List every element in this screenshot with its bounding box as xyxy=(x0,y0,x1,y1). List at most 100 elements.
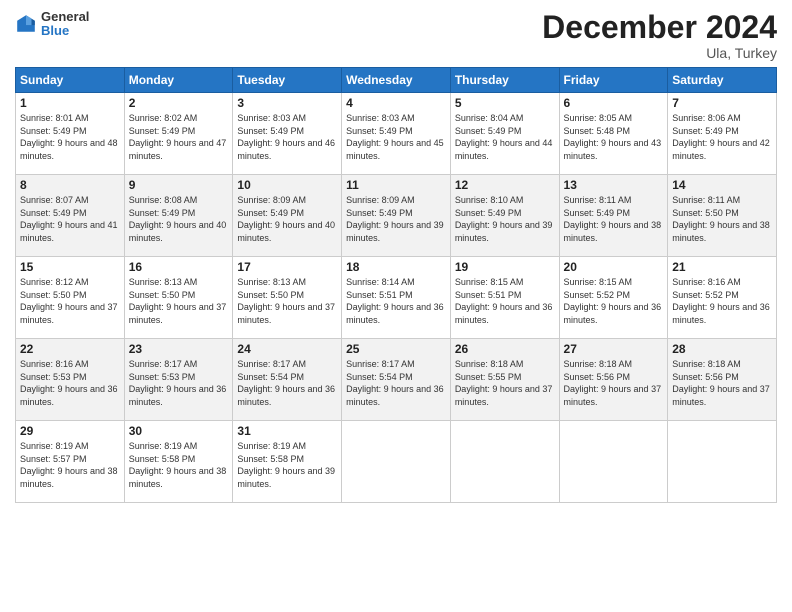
table-row xyxy=(450,421,559,503)
calendar-week-row: 22 Sunrise: 8:16 AMSunset: 5:53 PMDaylig… xyxy=(16,339,777,421)
day-info: Sunrise: 8:06 AMSunset: 5:49 PMDaylight:… xyxy=(672,113,770,161)
day-number: 31 xyxy=(237,424,337,438)
day-info: Sunrise: 8:16 AMSunset: 5:53 PMDaylight:… xyxy=(20,359,118,407)
day-number: 3 xyxy=(237,96,337,110)
day-info: Sunrise: 8:19 AMSunset: 5:58 PMDaylight:… xyxy=(129,441,227,489)
logo-general-text: General xyxy=(41,10,89,24)
table-row: 8 Sunrise: 8:07 AMSunset: 5:49 PMDayligh… xyxy=(16,175,125,257)
day-info: Sunrise: 8:12 AMSunset: 5:50 PMDaylight:… xyxy=(20,277,118,325)
day-number: 8 xyxy=(20,178,120,192)
table-row: 24 Sunrise: 8:17 AMSunset: 5:54 PMDaylig… xyxy=(233,339,342,421)
table-row: 30 Sunrise: 8:19 AMSunset: 5:58 PMDaylig… xyxy=(124,421,233,503)
day-number: 10 xyxy=(237,178,337,192)
day-info: Sunrise: 8:13 AMSunset: 5:50 PMDaylight:… xyxy=(237,277,335,325)
day-info: Sunrise: 8:14 AMSunset: 5:51 PMDaylight:… xyxy=(346,277,444,325)
col-monday: Monday xyxy=(124,68,233,93)
day-info: Sunrise: 8:18 AMSunset: 5:56 PMDaylight:… xyxy=(672,359,770,407)
day-number: 19 xyxy=(455,260,555,274)
day-number: 6 xyxy=(564,96,664,110)
day-info: Sunrise: 8:09 AMSunset: 5:49 PMDaylight:… xyxy=(346,195,444,243)
calendar-week-row: 15 Sunrise: 8:12 AMSunset: 5:50 PMDaylig… xyxy=(16,257,777,339)
day-number: 7 xyxy=(672,96,772,110)
day-info: Sunrise: 8:15 AMSunset: 5:52 PMDaylight:… xyxy=(564,277,662,325)
day-info: Sunrise: 8:18 AMSunset: 5:55 PMDaylight:… xyxy=(455,359,553,407)
table-row: 9 Sunrise: 8:08 AMSunset: 5:49 PMDayligh… xyxy=(124,175,233,257)
day-number: 16 xyxy=(129,260,229,274)
col-friday: Friday xyxy=(559,68,668,93)
table-row: 22 Sunrise: 8:16 AMSunset: 5:53 PMDaylig… xyxy=(16,339,125,421)
day-number: 1 xyxy=(20,96,120,110)
day-number: 15 xyxy=(20,260,120,274)
title-block: December 2024 Ula, Turkey xyxy=(542,10,777,61)
table-row: 23 Sunrise: 8:17 AMSunset: 5:53 PMDaylig… xyxy=(124,339,233,421)
calendar-week-row: 8 Sunrise: 8:07 AMSunset: 5:49 PMDayligh… xyxy=(16,175,777,257)
day-info: Sunrise: 8:18 AMSunset: 5:56 PMDaylight:… xyxy=(564,359,662,407)
calendar-table: Sunday Monday Tuesday Wednesday Thursday… xyxy=(15,67,777,503)
table-row: 14 Sunrise: 8:11 AMSunset: 5:50 PMDaylig… xyxy=(668,175,777,257)
col-saturday: Saturday xyxy=(668,68,777,93)
day-info: Sunrise: 8:07 AMSunset: 5:49 PMDaylight:… xyxy=(20,195,118,243)
day-info: Sunrise: 8:04 AMSunset: 5:49 PMDaylight:… xyxy=(455,113,553,161)
day-info: Sunrise: 8:10 AMSunset: 5:49 PMDaylight:… xyxy=(455,195,553,243)
day-number: 17 xyxy=(237,260,337,274)
day-info: Sunrise: 8:19 AMSunset: 5:57 PMDaylight:… xyxy=(20,441,118,489)
day-number: 11 xyxy=(346,178,446,192)
table-row: 28 Sunrise: 8:18 AMSunset: 5:56 PMDaylig… xyxy=(668,339,777,421)
day-number: 27 xyxy=(564,342,664,356)
table-row: 26 Sunrise: 8:18 AMSunset: 5:55 PMDaylig… xyxy=(450,339,559,421)
table-row: 25 Sunrise: 8:17 AMSunset: 5:54 PMDaylig… xyxy=(342,339,451,421)
table-row: 11 Sunrise: 8:09 AMSunset: 5:49 PMDaylig… xyxy=(342,175,451,257)
header: General Blue December 2024 Ula, Turkey xyxy=(15,10,777,61)
day-number: 28 xyxy=(672,342,772,356)
day-number: 5 xyxy=(455,96,555,110)
table-row: 1 Sunrise: 8:01 AMSunset: 5:49 PMDayligh… xyxy=(16,93,125,175)
day-number: 12 xyxy=(455,178,555,192)
table-row: 31 Sunrise: 8:19 AMSunset: 5:58 PMDaylig… xyxy=(233,421,342,503)
day-number: 24 xyxy=(237,342,337,356)
table-row xyxy=(559,421,668,503)
logo-icon xyxy=(15,13,37,35)
month-title: December 2024 xyxy=(542,10,777,45)
day-info: Sunrise: 8:17 AMSunset: 5:53 PMDaylight:… xyxy=(129,359,227,407)
day-info: Sunrise: 8:05 AMSunset: 5:48 PMDaylight:… xyxy=(564,113,662,161)
table-row: 12 Sunrise: 8:10 AMSunset: 5:49 PMDaylig… xyxy=(450,175,559,257)
table-row: 21 Sunrise: 8:16 AMSunset: 5:52 PMDaylig… xyxy=(668,257,777,339)
table-row: 16 Sunrise: 8:13 AMSunset: 5:50 PMDaylig… xyxy=(124,257,233,339)
calendar-week-row: 29 Sunrise: 8:19 AMSunset: 5:57 PMDaylig… xyxy=(16,421,777,503)
day-number: 14 xyxy=(672,178,772,192)
day-info: Sunrise: 8:13 AMSunset: 5:50 PMDaylight:… xyxy=(129,277,227,325)
table-row xyxy=(342,421,451,503)
logo-text: General Blue xyxy=(41,10,89,39)
day-info: Sunrise: 8:03 AMSunset: 5:49 PMDaylight:… xyxy=(237,113,335,161)
location-subtitle: Ula, Turkey xyxy=(542,45,777,61)
day-info: Sunrise: 8:02 AMSunset: 5:49 PMDaylight:… xyxy=(129,113,227,161)
day-info: Sunrise: 8:01 AMSunset: 5:49 PMDaylight:… xyxy=(20,113,118,161)
table-row: 18 Sunrise: 8:14 AMSunset: 5:51 PMDaylig… xyxy=(342,257,451,339)
day-number: 22 xyxy=(20,342,120,356)
table-row: 4 Sunrise: 8:03 AMSunset: 5:49 PMDayligh… xyxy=(342,93,451,175)
table-row: 10 Sunrise: 8:09 AMSunset: 5:49 PMDaylig… xyxy=(233,175,342,257)
day-info: Sunrise: 8:11 AMSunset: 5:49 PMDaylight:… xyxy=(564,195,662,243)
table-row: 20 Sunrise: 8:15 AMSunset: 5:52 PMDaylig… xyxy=(559,257,668,339)
table-row: 5 Sunrise: 8:04 AMSunset: 5:49 PMDayligh… xyxy=(450,93,559,175)
day-info: Sunrise: 8:19 AMSunset: 5:58 PMDaylight:… xyxy=(237,441,335,489)
day-number: 30 xyxy=(129,424,229,438)
day-number: 20 xyxy=(564,260,664,274)
day-number: 26 xyxy=(455,342,555,356)
day-info: Sunrise: 8:11 AMSunset: 5:50 PMDaylight:… xyxy=(672,195,770,243)
day-number: 29 xyxy=(20,424,120,438)
calendar-header-row: Sunday Monday Tuesday Wednesday Thursday… xyxy=(16,68,777,93)
day-info: Sunrise: 8:17 AMSunset: 5:54 PMDaylight:… xyxy=(237,359,335,407)
table-row: 15 Sunrise: 8:12 AMSunset: 5:50 PMDaylig… xyxy=(16,257,125,339)
day-number: 23 xyxy=(129,342,229,356)
col-thursday: Thursday xyxy=(450,68,559,93)
table-row: 29 Sunrise: 8:19 AMSunset: 5:57 PMDaylig… xyxy=(16,421,125,503)
day-info: Sunrise: 8:17 AMSunset: 5:54 PMDaylight:… xyxy=(346,359,444,407)
day-number: 2 xyxy=(129,96,229,110)
day-number: 21 xyxy=(672,260,772,274)
table-row xyxy=(668,421,777,503)
day-info: Sunrise: 8:15 AMSunset: 5:51 PMDaylight:… xyxy=(455,277,553,325)
table-row: 19 Sunrise: 8:15 AMSunset: 5:51 PMDaylig… xyxy=(450,257,559,339)
day-info: Sunrise: 8:16 AMSunset: 5:52 PMDaylight:… xyxy=(672,277,770,325)
logo: General Blue xyxy=(15,10,89,39)
